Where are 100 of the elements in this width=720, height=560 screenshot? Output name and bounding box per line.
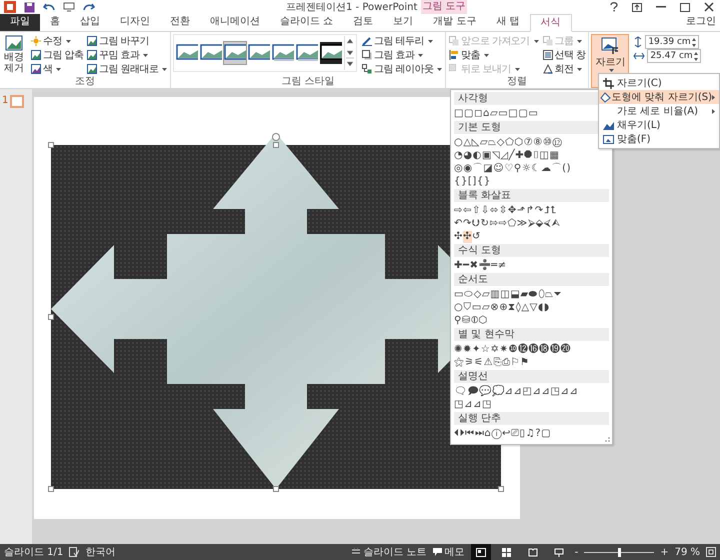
ribbon-tab[interactable]: 보기 xyxy=(383,14,424,31)
ribbon-button[interactable]: 그림 테두리 xyxy=(361,34,444,48)
height-field[interactable]: 19.39 cm xyxy=(645,35,700,49)
shape-category-header: 수식 도형 xyxy=(454,244,609,257)
ribbon-button[interactable]: 그림 효과 xyxy=(361,48,444,62)
dropdown-arrow-icon xyxy=(428,40,433,42)
ribbon-tab[interactable]: 새 탭 xyxy=(486,14,530,31)
slide-number: 1 xyxy=(2,95,8,106)
width-field[interactable]: 25.47 cm xyxy=(647,49,702,63)
close-icon[interactable] xyxy=(704,2,714,12)
zoom-slider-thumb[interactable] xyxy=(618,548,622,556)
resize-handle[interactable] xyxy=(48,486,54,492)
view-button[interactable] xyxy=(470,544,491,560)
fit-to-window-icon[interactable] xyxy=(706,547,716,557)
ribbon-button[interactable]: 선택 창 xyxy=(542,48,586,62)
spinner-arrows-icon[interactable] xyxy=(694,52,698,60)
menu-item[interactable]: 도형에 맞춰 자르기(S) xyxy=(599,90,719,104)
dropdown-arrow-icon xyxy=(514,68,520,70)
ribbon-button[interactable]: 수정 xyxy=(30,34,84,48)
redo-icon[interactable] xyxy=(83,2,95,12)
shape-options[interactable]: ⏴⏵⏮⏭⌂ⓘ↩⎚▯♫?▢ xyxy=(454,428,552,440)
ribbon-tab[interactable]: 슬라이드 쇼 xyxy=(270,14,344,31)
shape-options[interactable]: ↺ xyxy=(472,230,481,242)
resize-handle[interactable] xyxy=(48,314,54,320)
shape-options[interactable]: ✺✹✦☆✡✷❿⓬⓰⓲⓳⓴ xyxy=(454,344,572,356)
comments-button[interactable]: 메모 xyxy=(432,545,465,559)
ribbon-button[interactable]: 색 xyxy=(30,62,84,76)
shape-category-header: 별 및 현수막 xyxy=(454,328,609,341)
dropdown-arrow-icon xyxy=(534,40,539,42)
dropdown-arrow-icon xyxy=(577,40,582,42)
gallery-scroll-buttons[interactable] xyxy=(344,36,354,70)
picture-style-thumbnail[interactable] xyxy=(320,42,342,64)
ribbon-tab[interactable]: 전환 xyxy=(160,14,200,31)
resize-grip-icon[interactable] xyxy=(605,437,610,442)
menu-item[interactable]: 맞춤(F) xyxy=(599,132,719,146)
zoom-level[interactable]: 79 % xyxy=(674,546,700,558)
remove-background-button[interactable]: 배경 제거 xyxy=(2,34,26,76)
notes-button[interactable]: 슬라이드 노트 xyxy=(352,545,427,559)
ribbon-button[interactable]: 그림 레이아웃 xyxy=(361,62,444,76)
zoom-out-button[interactable]: - xyxy=(574,546,578,558)
shape-options[interactable]: ✣ xyxy=(454,230,463,242)
shape-options[interactable]: ◳⊿⊿◳ xyxy=(454,398,492,410)
ribbon-tab[interactable]: 서식 xyxy=(530,14,572,32)
ribbon-display-icon[interactable] xyxy=(632,2,642,12)
shape-options[interactable]: ◔◕◐▣◹◿╱✚⯃⌷◫▦ xyxy=(454,150,560,162)
resize-handle[interactable] xyxy=(48,142,54,148)
effect-icon xyxy=(362,50,372,60)
ribbon-tab[interactable]: 홈 xyxy=(40,14,70,31)
shape-options[interactable]: □▢◻⌂▱▭□▢▭ xyxy=(454,108,538,120)
undo-icon[interactable] xyxy=(43,2,55,12)
shape-options[interactable]: ↶↷⮋↻⇰⇨⬠≫⮚⬙⮘⮙ xyxy=(454,218,561,230)
shape-options[interactable]: ○△◺▱⏢◇⬠⬡⑦⑧⑩⑫ xyxy=(454,136,562,148)
spell-check-icon[interactable] xyxy=(69,547,80,557)
language-indicator[interactable]: 한국어 xyxy=(85,545,116,559)
dropdown-arrow-icon xyxy=(66,40,71,42)
help-icon[interactable] xyxy=(610,2,618,12)
ribbon-button[interactable]: 맞춤 xyxy=(448,48,540,62)
ribbon-tab[interactable]: 애니메이션 xyxy=(200,14,270,31)
ribbon-tab[interactable]: 디자인 xyxy=(110,14,160,31)
ribbon-button[interactable]: 꾸밈 효과 xyxy=(86,48,168,62)
maximize-icon[interactable] xyxy=(680,2,690,12)
monitor-icon[interactable] xyxy=(63,2,75,12)
resize-handle[interactable] xyxy=(273,142,279,148)
ribbon-button[interactable]: 그림 바꾸기 xyxy=(86,34,168,48)
shape-options[interactable]: ◎◉⌒◪☺♡⚲☼☾☁⌒() xyxy=(454,162,572,174)
ribbon-button[interactable]: 그림 압축 xyxy=(30,48,84,62)
layout-icon xyxy=(362,64,372,74)
shape-options[interactable]: 🗨🗩💬💭⊿⊿◰⊿⊿◳⊿⊿ xyxy=(454,386,578,398)
picture-style-thumbnail[interactable] xyxy=(296,42,318,64)
ribbon-tab[interactable]: 검토 xyxy=(343,14,384,31)
picture-style-thumbnail[interactable] xyxy=(272,42,294,64)
shape-options[interactable]: ⚲⛁⦶⬡ xyxy=(454,314,488,326)
sign-in-link[interactable]: 로그인 xyxy=(686,14,716,31)
picture-icon xyxy=(87,50,98,60)
ribbon-button[interactable]: 그림 원래대로 xyxy=(86,62,168,76)
shape-options[interactable]: {}[]{} xyxy=(454,176,491,188)
shape-options[interactable]: ✚━✖➗═≠ xyxy=(454,260,507,272)
shape-category-header: 실행 단추 xyxy=(454,412,609,425)
layers-icon xyxy=(542,36,553,46)
rotate-handle[interactable] xyxy=(272,133,280,141)
crop-icon xyxy=(602,78,614,88)
shape-options[interactable]: ✣ xyxy=(462,230,472,242)
resize-handle[interactable] xyxy=(273,486,279,492)
ribbon-tab[interactable]: 삽입 xyxy=(70,14,110,31)
minimize-icon[interactable] xyxy=(656,6,666,8)
shape-options[interactable]: ⇨⇦⇧⇩⬄⇳✥⬏↱↷⮥⮤ xyxy=(454,204,557,216)
ribbon-tab[interactable]: 파일 xyxy=(0,14,40,31)
save-icon[interactable] xyxy=(24,2,35,12)
ribbon-tab[interactable]: 개발 도구 xyxy=(423,14,486,31)
zoom-in-button[interactable]: + xyxy=(660,546,669,558)
spinner-arrows-icon[interactable] xyxy=(692,38,696,46)
shape-category-header: 설명선 xyxy=(454,370,609,383)
shape-options[interactable]: ⚝⚞⚟⚠⎘⎙⚐⚑ xyxy=(454,356,530,368)
menu-item[interactable]: 가로 세로 비율(A) xyxy=(599,104,719,118)
shape-options[interactable]: ○⛉▭⏥⊗⊕⧗◊△▽◖◗ xyxy=(454,302,550,314)
slide-thumbnail[interactable] xyxy=(10,95,24,108)
resize-handle[interactable] xyxy=(498,486,504,492)
shape-options[interactable]: ▭⬭◇▱▥◫⬓▰⬬⬯⏢⏷ xyxy=(454,288,562,300)
ribbon-button[interactable]: 회전 xyxy=(542,62,586,76)
picture-style-thumbnail[interactable] xyxy=(224,42,246,64)
